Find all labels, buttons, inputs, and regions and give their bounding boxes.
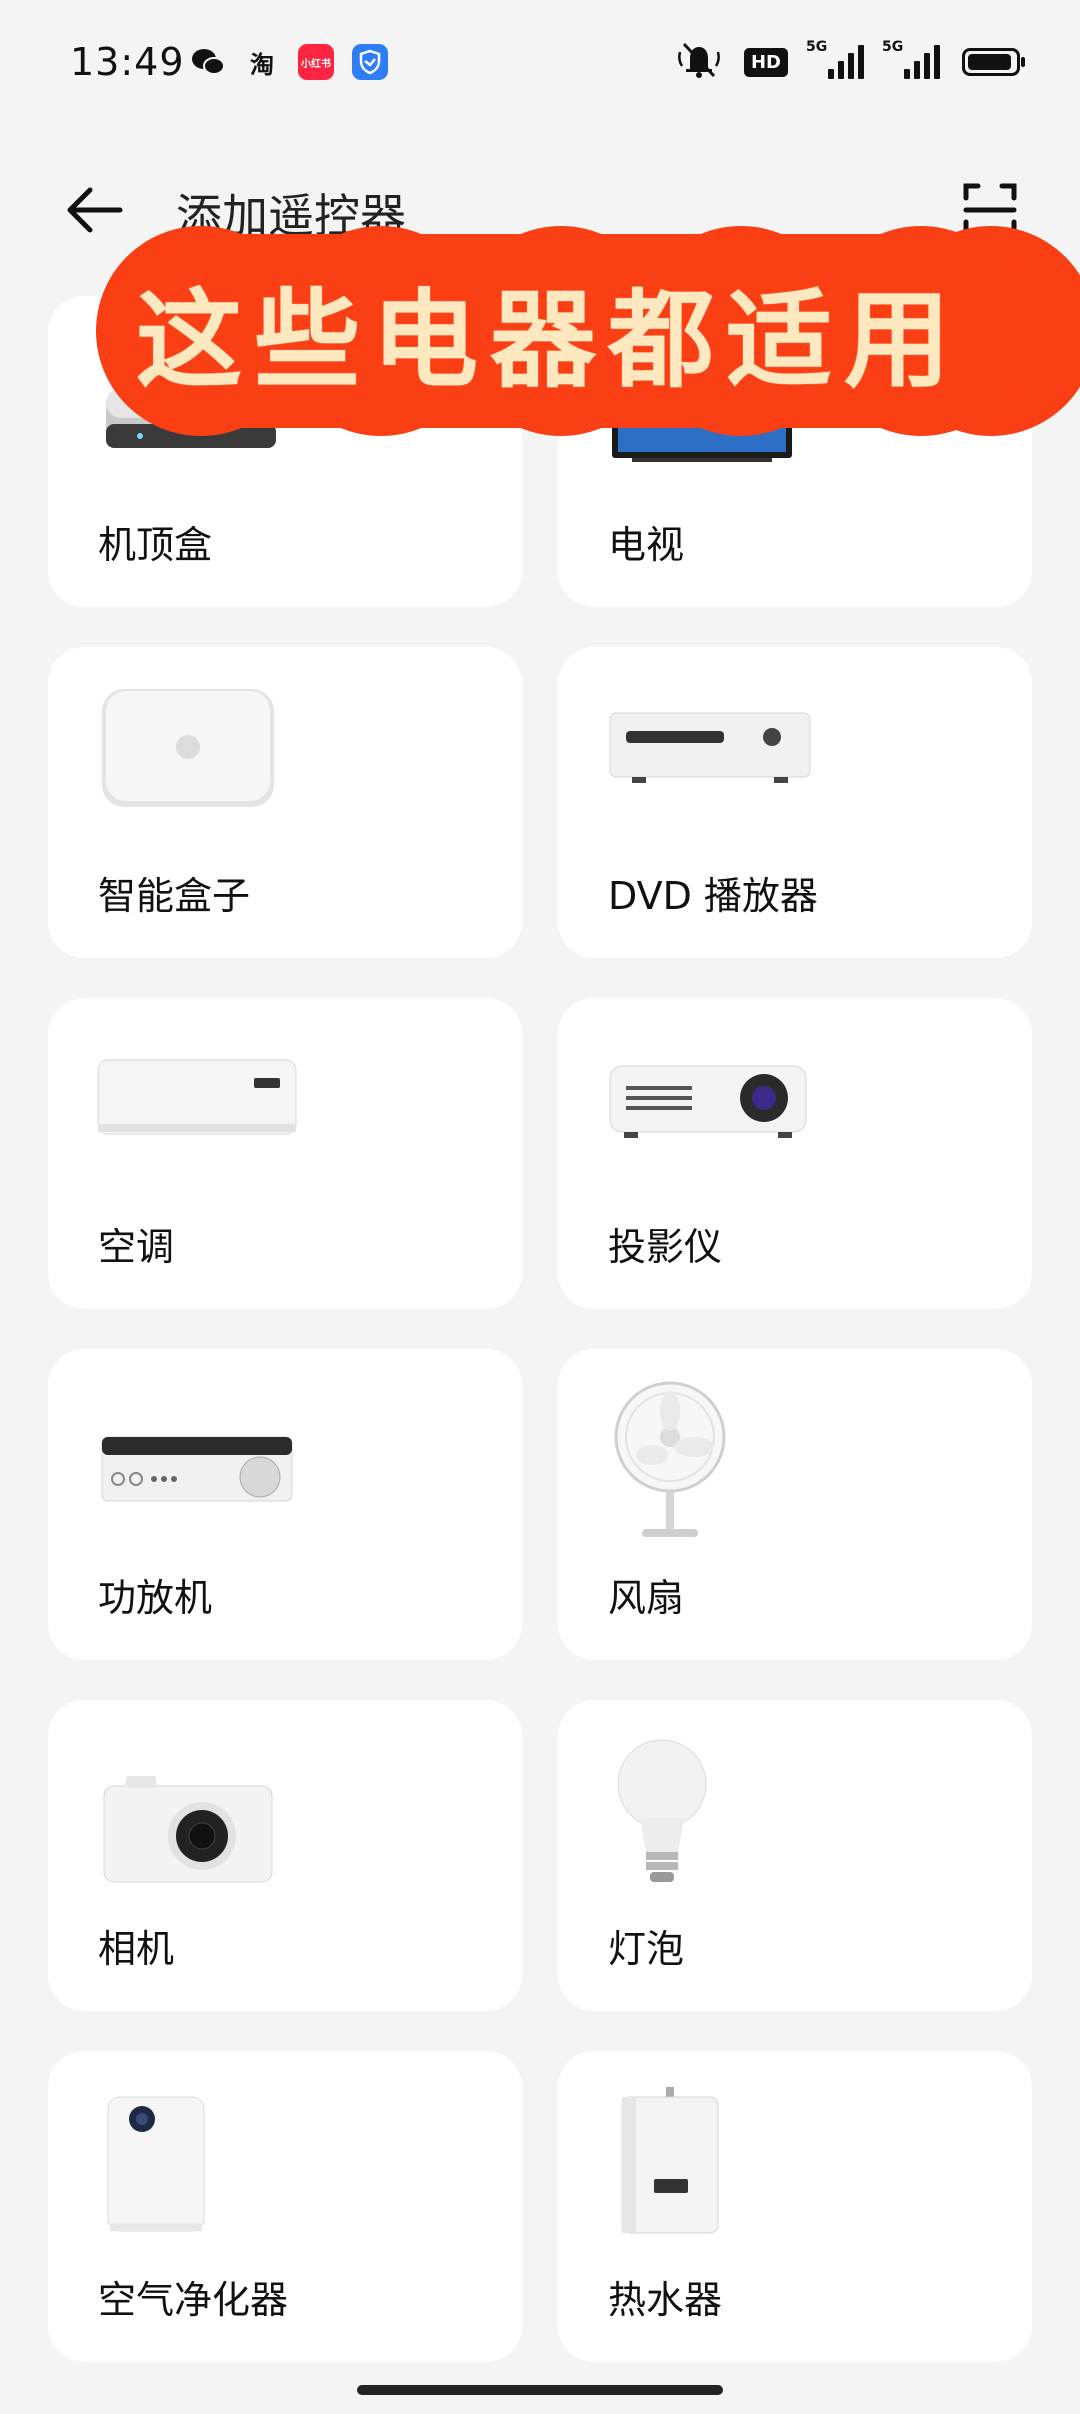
wechat-icon bbox=[190, 44, 226, 80]
device-card-dvd-player[interactable]: DVD 播放器 bbox=[558, 647, 1032, 958]
device-label: 投影仪 bbox=[608, 1225, 723, 1269]
device-card-fan[interactable]: 风扇 bbox=[558, 1349, 1032, 1660]
device-label: 机顶盒 bbox=[98, 523, 213, 567]
network-type-label: 5G bbox=[806, 39, 828, 55]
air-conditioner-icon bbox=[97, 1059, 297, 1135]
status-bar: 13:49 淘 小红书 HD 5G 5G bbox=[0, 0, 1080, 130]
device-card-amplifier[interactable]: 功放机 bbox=[48, 1349, 522, 1660]
device-label: 灯泡 bbox=[608, 1927, 685, 1971]
banner-text: 这些电器都适用 bbox=[136, 277, 962, 402]
promo-banner: 这些电器都适用 bbox=[96, 226, 1080, 436]
device-card-smart-box[interactable]: 智能盒子 bbox=[48, 647, 522, 958]
air-purifier-icon bbox=[107, 2096, 205, 2232]
network-type-label: 5G bbox=[882, 39, 904, 55]
water-heater-icon bbox=[621, 2087, 719, 2234]
security-shield-icon bbox=[352, 44, 388, 80]
device-card-air-conditioner[interactable]: 空调 bbox=[48, 998, 522, 1309]
camera-icon bbox=[103, 1776, 273, 1883]
projector-icon bbox=[609, 1065, 807, 1138]
hd-voice-badge: HD bbox=[743, 47, 788, 77]
taobao-icon: 淘 bbox=[250, 50, 274, 79]
device-grid: 机顶盒 电视 智能盒子 DVD 播放器 空调 投影仪 功放机 风扇 相机 灯泡 … bbox=[48, 296, 1032, 2362]
device-label: 风扇 bbox=[608, 1576, 685, 1620]
signal-1-icon: 5G bbox=[806, 39, 864, 79]
light-bulb-icon bbox=[617, 1739, 707, 1882]
fan-icon bbox=[614, 1381, 726, 1537]
amplifier-icon bbox=[101, 1436, 293, 1502]
device-label: 热水器 bbox=[608, 2278, 723, 2322]
xiaohongshu-icon: 小红书 bbox=[298, 44, 334, 80]
device-label: DVD 播放器 bbox=[608, 874, 818, 918]
signal-2-icon: 5G bbox=[882, 39, 940, 79]
battery-icon bbox=[962, 48, 1025, 76]
device-label: 电视 bbox=[608, 523, 685, 567]
status-time: 13:49 bbox=[70, 40, 185, 84]
smart-box-icon bbox=[102, 689, 274, 807]
home-indicator[interactable] bbox=[357, 2385, 723, 2395]
device-label: 功放机 bbox=[98, 1576, 213, 1620]
mute-icon bbox=[676, 40, 722, 84]
device-card-projector[interactable]: 投影仪 bbox=[558, 998, 1032, 1309]
device-card-camera[interactable]: 相机 bbox=[48, 1700, 522, 2011]
device-label: 相机 bbox=[98, 1927, 175, 1971]
dvd-player-icon bbox=[609, 712, 811, 783]
device-label: 空调 bbox=[98, 1225, 175, 1269]
device-card-air-purifier[interactable]: 空气净化器 bbox=[48, 2051, 522, 2362]
device-label: 空气净化器 bbox=[98, 2278, 289, 2322]
device-card-water-heater[interactable]: 热水器 bbox=[558, 2051, 1032, 2362]
device-label: 智能盒子 bbox=[98, 874, 251, 918]
device-card-light-bulb[interactable]: 灯泡 bbox=[558, 1700, 1032, 2011]
